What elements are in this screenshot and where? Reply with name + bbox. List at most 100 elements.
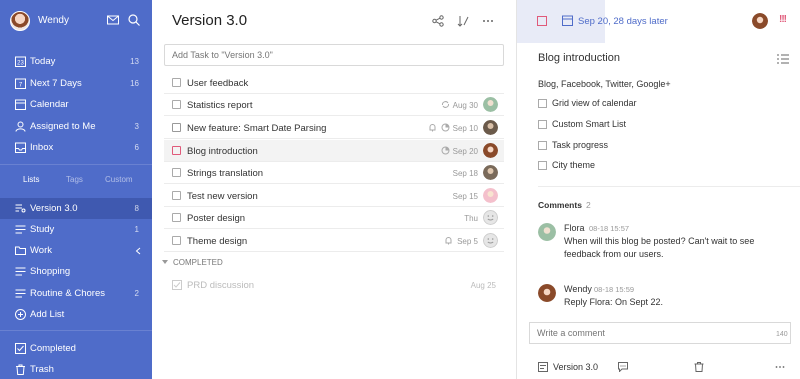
task-checkbox[interactable]	[172, 146, 181, 155]
progress-icon	[441, 146, 450, 155]
checklist-checkbox[interactable]	[538, 141, 547, 150]
share-icon[interactable]	[432, 15, 444, 27]
tab-tags[interactable]: Tags	[66, 175, 83, 184]
comment-time: 08-18 15:57	[589, 224, 630, 233]
comment-time: 08-18 15:59	[594, 285, 635, 294]
repeat-icon	[442, 101, 449, 108]
task-title: Poster design	[187, 213, 246, 224]
completed-section-toggle[interactable]: COMPLETED	[162, 258, 223, 267]
add-list-label: Add List	[30, 309, 65, 320]
sidebar-divider	[0, 164, 152, 165]
sort-icon[interactable]	[457, 15, 469, 27]
sidebar-item-study[interactable]: Study 1	[0, 219, 152, 240]
checklist-item[interactable]: Custom Smart List	[538, 118, 778, 132]
sidebar-tabs: Lists Tags Custom	[0, 175, 152, 189]
chevron-left-icon[interactable]	[135, 247, 141, 255]
completed-task-row[interactable]: PRD discussion Aug 25	[164, 274, 504, 296]
sidebar-item-shopping[interactable]: Shopping	[0, 261, 152, 282]
checklist-item[interactable]: City theme	[538, 159, 778, 173]
sidebar-item-work[interactable]: Work	[0, 240, 152, 261]
assignee-avatar	[483, 143, 498, 158]
mail-icon[interactable]	[106, 13, 120, 27]
sidebar-item-trash[interactable]: Trash	[0, 359, 152, 379]
task-detail-title[interactable]: Blog introduction	[538, 52, 620, 64]
task-checkbox[interactable]	[172, 236, 181, 245]
divider	[538, 186, 800, 187]
user-name[interactable]: Wendy	[38, 15, 69, 26]
assignee-avatar[interactable]	[752, 13, 768, 29]
add-task-input[interactable]	[164, 44, 504, 66]
task-checkbox[interactable]	[172, 168, 181, 177]
calendar-day-icon: 23	[15, 56, 26, 67]
comment-input[interactable]	[529, 322, 791, 344]
tab-lists[interactable]: Lists	[23, 175, 39, 184]
list-icon	[15, 225, 26, 234]
task-date: Sep 5	[457, 237, 478, 246]
trash-icon	[16, 364, 25, 375]
task-row[interactable]: Test new version Sep 15	[164, 185, 504, 207]
sidebar-item-next-7-days[interactable]: 7 Next 7 Days 16	[0, 73, 152, 94]
task-checkbox[interactable]	[172, 100, 181, 109]
task-row[interactable]: Theme design Sep 5	[164, 230, 504, 252]
sidebar-item-calendar[interactable]: Calendar	[0, 94, 152, 115]
smiley-avatar	[483, 210, 498, 225]
comment-icon[interactable]	[618, 362, 628, 372]
assignee-avatar	[483, 188, 498, 203]
sidebar-item-inbox[interactable]: Inbox 6	[0, 137, 152, 158]
task-description[interactable]: Blog, Facebook, Twitter, Google+	[538, 79, 671, 89]
priority-flag[interactable]: !!!	[779, 14, 787, 25]
task-row[interactable]: New feature: Smart Date Parsing Sep 10	[164, 117, 504, 139]
sidebar-item-label: Next 7 Days	[30, 78, 82, 89]
task-row-selected[interactable]: Blog introduction Sep 20	[164, 140, 504, 162]
task-row[interactable]: Strings translation Sep 18	[164, 162, 504, 184]
task-title: Blog introduction	[187, 146, 258, 157]
sidebar-item-assigned[interactable]: Assigned to Me 3	[0, 116, 152, 137]
add-list-button[interactable]: Add List	[0, 304, 152, 325]
task-title: Theme design	[187, 236, 248, 247]
task-row[interactable]: Statistics report Aug 30	[164, 94, 504, 116]
assignee-avatar	[483, 165, 498, 180]
task-note-checkbox[interactable]	[172, 123, 181, 132]
task-checkbox[interactable]	[172, 78, 181, 87]
checklist-checkbox[interactable]	[538, 161, 547, 170]
checklist-item[interactable]: Task progress	[538, 139, 778, 153]
sidebar-item-count: 13	[130, 57, 139, 66]
sidebar-item-version-3[interactable]: Version 3.0 8	[0, 198, 152, 219]
avatar[interactable]	[10, 11, 30, 31]
commenter-avatar	[538, 223, 556, 241]
calendar-icon[interactable]	[562, 15, 573, 26]
detail-checkbox[interactable]	[537, 16, 547, 26]
checklist-text: City theme	[552, 160, 596, 170]
more-icon[interactable]	[775, 362, 785, 372]
checked-checkbox-icon[interactable]	[172, 280, 182, 290]
due-date[interactable]: Sep 20, 28 days later	[578, 16, 668, 27]
checklist-checkbox[interactable]	[538, 99, 547, 108]
tab-custom[interactable]: Custom	[105, 175, 133, 184]
sidebar-item-completed[interactable]: Completed	[0, 338, 152, 359]
sidebar-item-label: Calendar	[30, 99, 69, 110]
task-detail-pane: Sep 20, 28 days later !!! Blog introduct…	[516, 0, 800, 379]
task-row[interactable]: Poster design Thu	[164, 207, 504, 229]
list-move-icon[interactable]	[538, 362, 548, 372]
sidebar-item-count: 1	[134, 225, 139, 234]
footer-list-name[interactable]: Version 3.0	[553, 362, 598, 372]
task-checkbox[interactable]	[172, 191, 181, 200]
checklist-icon[interactable]	[777, 54, 789, 64]
search-icon[interactable]	[127, 13, 141, 27]
trash-icon[interactable]	[694, 362, 704, 372]
task-title: New feature: Smart Date Parsing	[187, 123, 327, 134]
sidebar-item-count: 2	[134, 289, 139, 298]
more-icon[interactable]	[482, 15, 494, 27]
sidebar-item-label: Study	[30, 224, 55, 235]
checklist-text: Custom Smart List	[552, 119, 627, 129]
sidebar-item-routine[interactable]: Routine & Chores 2	[0, 283, 152, 304]
sidebar-item-today[interactable]: 23 Today 13	[0, 51, 152, 72]
task-row[interactable]: User feedback	[164, 72, 504, 94]
detail-header: Sep 20, 28 days later !!!	[517, 0, 800, 43]
sidebar-item-label: Today	[30, 56, 56, 67]
checkbox-icon	[15, 343, 26, 354]
task-checkbox[interactable]	[172, 213, 181, 222]
plus-circle-icon	[15, 309, 26, 320]
checklist-checkbox[interactable]	[538, 120, 547, 129]
checklist-item[interactable]: Grid view of calendar	[538, 97, 778, 111]
